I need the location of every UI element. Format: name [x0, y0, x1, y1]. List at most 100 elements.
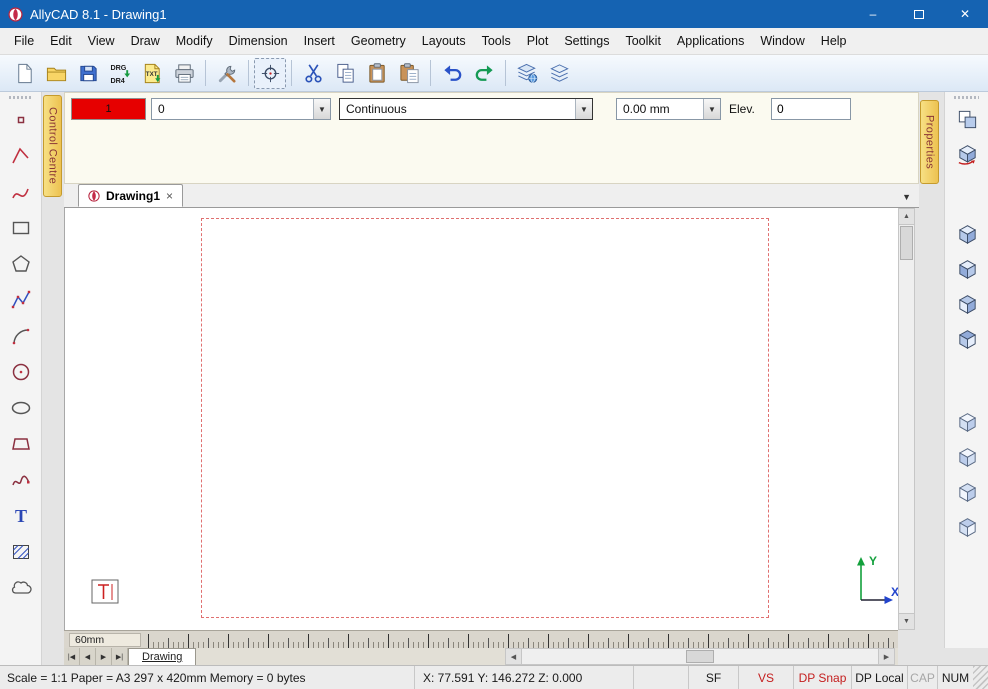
scroll-left-button[interactable]: ◀ [506, 649, 522, 664]
menu-help[interactable]: Help [813, 29, 855, 53]
axon-view-ne-button[interactable] [945, 405, 988, 440]
elevation-field[interactable] [771, 98, 851, 120]
menu-layouts[interactable]: Layouts [414, 29, 474, 53]
scroll-right-button[interactable]: ▶ [878, 649, 894, 664]
menu-window[interactable]: Window [752, 29, 812, 53]
export-txt-button[interactable]: TXT [136, 58, 168, 89]
layer-combo[interactable]: 0 ▼ [151, 98, 331, 120]
scroll-up-button[interactable]: ▲ [899, 209, 914, 225]
sheet-tab-drawing[interactable]: Drawing [128, 648, 196, 665]
menu-geometry[interactable]: Geometry [343, 29, 414, 53]
freehand-tool[interactable] [0, 462, 42, 498]
pen-color-swatch[interactable]: 1 [71, 98, 146, 120]
trapezium-tool[interactable] [0, 426, 42, 462]
titlebar: AllyCAD 8.1 - Drawing1 – ✕ [0, 0, 988, 28]
first-sheet-button[interactable]: |◀ [64, 648, 80, 665]
toolbar-separator [205, 60, 206, 86]
menu-tools[interactable]: Tools [474, 29, 519, 53]
maximize-button[interactable] [896, 0, 942, 28]
print-icon [173, 62, 196, 85]
tab-list-button[interactable]: ▼ [902, 192, 911, 202]
horizontal-scroll-thumb[interactable] [686, 650, 714, 663]
tools-settings-button[interactable] [211, 58, 243, 89]
print-button[interactable] [168, 58, 200, 89]
axon-view-se-button[interactable] [945, 475, 988, 510]
lineweight-combo[interactable]: 0.00 mm ▼ [616, 98, 721, 120]
text-tool[interactable]: T [0, 498, 42, 534]
close-button[interactable]: ✕ [942, 0, 988, 28]
redo-button[interactable] [468, 58, 500, 89]
last-sheet-button[interactable]: ▶| [112, 648, 128, 665]
paste-special-button[interactable] [393, 58, 425, 89]
menu-dimension[interactable]: Dimension [221, 29, 296, 53]
chevron-down-icon[interactable]: ▼ [703, 99, 720, 119]
toggle-dp-snap[interactable]: DP Snap [793, 666, 851, 689]
resize-grip[interactable] [973, 666, 988, 689]
circle-tool[interactable] [0, 354, 42, 390]
import-drg-button[interactable]: DRGDR4 [104, 58, 136, 89]
copy-button[interactable] [329, 58, 361, 89]
axon-view-sw-button[interactable] [945, 510, 988, 545]
next-sheet-button[interactable]: ▶ [96, 648, 112, 665]
rectangle-tool[interactable] [0, 210, 42, 246]
properties-tab[interactable]: Properties [920, 100, 939, 184]
arc-tool[interactable] [0, 318, 42, 354]
spline-tool[interactable] [0, 174, 42, 210]
toggle-num[interactable]: NUM [937, 666, 973, 689]
new-file-button[interactable] [8, 58, 40, 89]
polygon-tool[interactable] [0, 246, 42, 282]
menu-applications[interactable]: Applications [669, 29, 752, 53]
vertical-scroll-thumb[interactable] [900, 226, 913, 260]
point-tool[interactable] [0, 102, 42, 138]
rotate-view-button[interactable] [945, 137, 988, 172]
linetype-combo[interactable]: Continuous ▼ [339, 98, 593, 120]
scroll-down-button[interactable]: ▼ [899, 613, 914, 629]
open-file-button[interactable] [40, 58, 72, 89]
toggle-vs[interactable]: VS [738, 666, 793, 689]
toggle-dp-local[interactable]: DP Local [851, 666, 907, 689]
menu-file[interactable]: File [6, 29, 42, 53]
horizontal-scrollbar[interactable]: ◀ ▶ [505, 648, 895, 665]
chevron-down-icon[interactable]: ▼ [575, 99, 592, 119]
layer-manager-button[interactable] [511, 58, 543, 89]
line-tool[interactable] [0, 138, 42, 174]
toolbox-grip[interactable] [954, 96, 979, 99]
horizontal-ruler: 60mm [64, 630, 898, 648]
polyline-tool[interactable] [0, 282, 42, 318]
hatch-tool[interactable] [0, 534, 42, 570]
close-icon[interactable]: × [166, 189, 173, 203]
toggle-cap[interactable]: CAP [907, 666, 937, 689]
cloud-tool[interactable] [0, 570, 42, 606]
tab-drawing1[interactable]: Drawing1 × [78, 184, 183, 207]
previous-sheet-button[interactable]: ◀ [80, 648, 96, 665]
cut-button[interactable] [297, 58, 329, 89]
menu-draw[interactable]: Draw [123, 29, 168, 53]
layer-list-button[interactable] [543, 58, 575, 89]
toggle-sf[interactable]: SF [688, 666, 738, 689]
axon-view-nw-button[interactable] [945, 440, 988, 475]
menu-edit[interactable]: Edit [42, 29, 80, 53]
ortho-views-button[interactable] [945, 102, 988, 137]
iso-view-se-button[interactable] [945, 287, 988, 322]
vertical-scrollbar[interactable]: ▲ ▼ [898, 208, 915, 630]
toolbox-grip[interactable] [9, 96, 32, 99]
menu-insert[interactable]: Insert [296, 29, 343, 53]
ellipse-tool[interactable] [0, 390, 42, 426]
iso-view-nw-button[interactable] [945, 252, 988, 287]
menu-view[interactable]: View [80, 29, 123, 53]
control-centre-tab[interactable]: Control Centre [43, 95, 62, 197]
snap-target-button[interactable] [254, 58, 286, 89]
iso-view-sw-button[interactable] [945, 322, 988, 357]
chevron-down-icon[interactable]: ▼ [313, 99, 330, 119]
undo-button[interactable] [436, 58, 468, 89]
minimize-button[interactable]: – [850, 0, 896, 28]
menu-plot[interactable]: Plot [519, 29, 557, 53]
save-file-button[interactable] [72, 58, 104, 89]
paste-button[interactable] [361, 58, 393, 89]
iso-view-ne-button[interactable] [945, 217, 988, 252]
menu-modify[interactable]: Modify [168, 29, 221, 53]
drawing-canvas[interactable]: Y X [64, 208, 898, 630]
menu-toolkit[interactable]: Toolkit [617, 29, 668, 53]
polygon-tool-icon [10, 253, 32, 275]
menu-settings[interactable]: Settings [556, 29, 617, 53]
